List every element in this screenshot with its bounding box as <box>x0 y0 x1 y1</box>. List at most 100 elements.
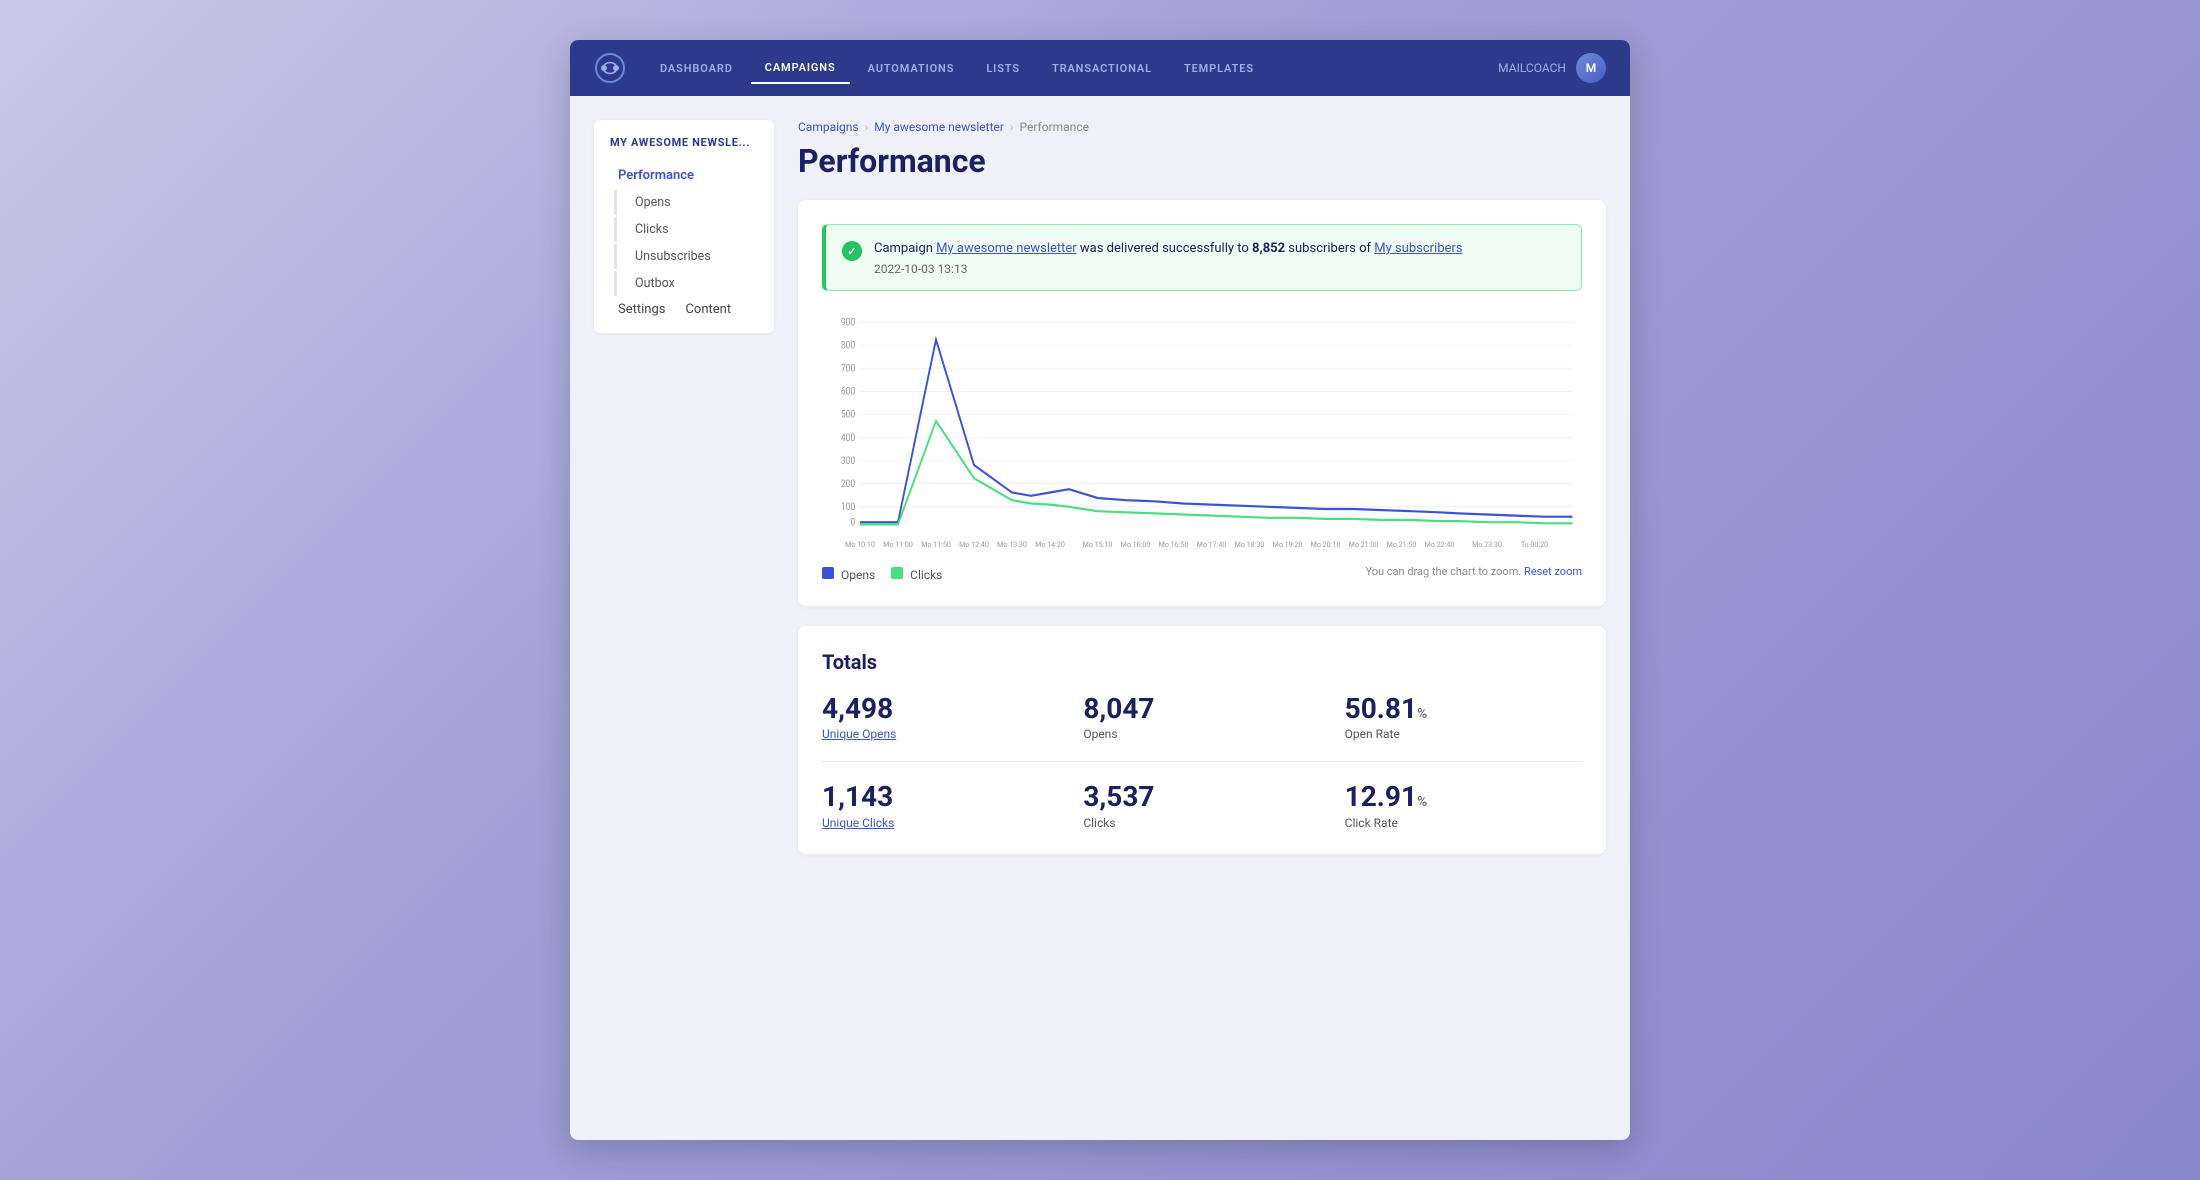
unique-opens-value: 4,498 <box>822 694 1059 725</box>
alert-list-link[interactable]: My subscribers <box>1374 241 1462 256</box>
opens-value: 8,047 <box>1083 694 1320 725</box>
performance-chart[interactable]: 900 800 700 600 500 400 300 200 100 0 <box>822 311 1582 531</box>
svg-text:500: 500 <box>841 409 855 421</box>
unique-opens-label[interactable]: Unique Opens <box>822 727 1059 741</box>
svg-text:600: 600 <box>841 386 855 398</box>
svg-text:300: 300 <box>841 455 855 467</box>
svg-text:900: 900 <box>841 316 855 328</box>
opens-dot <box>822 567 834 579</box>
svg-text:700: 700 <box>841 362 855 374</box>
totals-divider <box>822 761 1582 762</box>
svg-text:Mo 14:20: Mo 14:20 <box>1035 539 1065 548</box>
totals-unique-clicks: 1,143 Unique Clicks <box>822 782 1059 830</box>
open-rate-value: 50.81% <box>1345 694 1582 725</box>
svg-text:Mo 21:00: Mo 21:00 <box>1349 539 1379 548</box>
success-icon <box>842 241 862 261</box>
sidebar-item-performance[interactable]: Performance <box>610 163 758 188</box>
delivery-alert: Campaign My awesome newsletter was deliv… <box>822 224 1582 291</box>
chart-x-labels: Mo 10:10 Mo 11:00 Mo 11:50 Mo 12:40 Mo 1… <box>822 533 1582 557</box>
totals-click-rate: 12.91% Click Rate <box>1345 782 1582 830</box>
chart-footer: Opens Clicks You can drag the chart to z… <box>822 561 1582 582</box>
nav-lists[interactable]: LISTS <box>972 54 1034 83</box>
nav-transactional[interactable]: TRANSACTIONAL <box>1038 54 1166 83</box>
svg-text:0: 0 <box>850 516 855 528</box>
sidebar: MY AWESOME NEWSLE... Performance Opens C… <box>594 120 774 333</box>
nav-right: MAILCOACH M <box>1498 53 1606 83</box>
clicks-label: Clicks <box>1083 816 1320 830</box>
nav-dashboard[interactable]: DASHBOARD <box>646 54 747 83</box>
sidebar-campaign-title: MY AWESOME NEWSLE... <box>610 136 758 149</box>
svg-text:Mo 19:20: Mo 19:20 <box>1273 539 1303 548</box>
totals-grid: 4,498 Unique Opens 8,047 Opens 50.81% Op… <box>822 694 1582 831</box>
open-rate-label: Open Rate <box>1345 727 1582 741</box>
opens-label: Opens <box>841 568 875 582</box>
opens-label: Opens <box>1083 727 1320 741</box>
svg-text:Mo 21:50: Mo 21:50 <box>1387 539 1417 548</box>
nav-templates[interactable]: TEMPLATES <box>1170 54 1268 83</box>
legend-opens: Opens <box>822 567 875 582</box>
svg-text:Mo 12:40: Mo 12:40 <box>959 539 989 548</box>
sidebar-item-settings[interactable]: Settings <box>610 297 673 322</box>
x-labels-svg: Mo 10:10 Mo 11:00 Mo 11:50 Mo 12:40 Mo 1… <box>822 533 1582 553</box>
totals-open-rate: 50.81% Open Rate <box>1345 694 1582 742</box>
svg-text:400: 400 <box>841 432 855 444</box>
app-window: DASHBOARD CAMPAIGNS AUTOMATIONS LISTS TR… <box>570 40 1630 1140</box>
sidebar-item-opens[interactable]: Opens <box>614 190 758 215</box>
chart-svg: 900 800 700 600 500 400 300 200 100 0 <box>822 311 1582 531</box>
breadcrumb: Campaigns › My awesome newsletter › Perf… <box>798 120 1606 134</box>
totals-card: Totals 4,498 Unique Opens 8,047 Opens 50… <box>798 626 1606 855</box>
svg-text:Mo 17:40: Mo 17:40 <box>1197 539 1227 548</box>
sidebar-item-content[interactable]: Content <box>677 297 739 322</box>
unique-clicks-value: 1,143 <box>822 782 1059 813</box>
svg-text:100: 100 <box>841 501 855 513</box>
totals-title: Totals <box>822 650 1582 674</box>
nav-items: DASHBOARD CAMPAIGNS AUTOMATIONS LISTS TR… <box>646 53 1498 84</box>
svg-text:Mo 23:30: Mo 23:30 <box>1472 539 1502 548</box>
breadcrumb-current: Performance <box>1020 120 1089 134</box>
click-rate-value: 12.91% <box>1345 782 1582 813</box>
alert-content: Campaign My awesome newsletter was deliv… <box>874 239 1463 276</box>
svg-text:Mo 15:10: Mo 15:10 <box>1083 539 1113 548</box>
svg-text:Mo 18:30: Mo 18:30 <box>1235 539 1265 548</box>
breadcrumb-sep-1: › <box>865 120 869 134</box>
alert-date: 2022-10-03 13:13 <box>874 262 1463 276</box>
svg-text:Mo 13:30: Mo 13:30 <box>997 539 1027 548</box>
svg-text:Mo 11:00: Mo 11:00 <box>883 539 913 548</box>
page-title: Performance <box>798 142 1606 180</box>
nav-campaigns[interactable]: CAMPAIGNS <box>751 53 850 84</box>
svg-text:Tu 00:20: Tu 00:20 <box>1521 539 1548 548</box>
breadcrumb-sep-2: › <box>1010 120 1014 134</box>
totals-clicks: 3,537 Clicks <box>1083 782 1320 830</box>
svg-text:Mo 10:10: Mo 10:10 <box>845 539 875 548</box>
svg-text:Mo 22:40: Mo 22:40 <box>1425 539 1455 548</box>
sidebar-item-clicks[interactable]: Clicks <box>614 217 758 242</box>
performance-chart-card: Campaign My awesome newsletter was deliv… <box>798 200 1606 606</box>
totals-opens: 8,047 Opens <box>1083 694 1320 742</box>
chart-legend: Opens Clicks <box>822 567 942 582</box>
main-layout: MY AWESOME NEWSLE... Performance Opens C… <box>570 96 1630 1140</box>
clicks-dot <box>891 567 903 579</box>
sidebar-item-unsubscribes[interactable]: Unsubscribes <box>614 244 758 269</box>
breadcrumb-campaigns[interactable]: Campaigns <box>798 120 859 134</box>
chart-hint: You can drag the chart to zoom. Reset zo… <box>1365 565 1582 578</box>
click-rate-label: Click Rate <box>1345 816 1582 830</box>
top-navigation: DASHBOARD CAMPAIGNS AUTOMATIONS LISTS TR… <box>570 40 1630 96</box>
logo[interactable] <box>594 52 626 84</box>
unique-clicks-label[interactable]: Unique Clicks <box>822 816 1059 830</box>
clicks-value: 3,537 <box>1083 782 1320 813</box>
alert-campaign-link[interactable]: My awesome newsletter <box>936 241 1077 256</box>
reset-zoom-link[interactable]: Reset zoom <box>1524 565 1582 578</box>
avatar[interactable]: M <box>1576 53 1606 83</box>
totals-unique-opens: 4,498 Unique Opens <box>822 694 1059 742</box>
alert-message: Campaign My awesome newsletter was deliv… <box>874 239 1463 259</box>
svg-text:Mo 16:00: Mo 16:00 <box>1121 539 1151 548</box>
nav-automations[interactable]: AUTOMATIONS <box>854 54 969 83</box>
svg-text:Mo 11:50: Mo 11:50 <box>921 539 951 548</box>
svg-text:Mo 16:50: Mo 16:50 <box>1159 539 1189 548</box>
content-area: Campaigns › My awesome newsletter › Perf… <box>798 120 1606 1116</box>
breadcrumb-newsletter[interactable]: My awesome newsletter <box>874 120 1004 134</box>
clicks-label: Clicks <box>910 568 942 582</box>
sidebar-item-outbox[interactable]: Outbox <box>614 271 758 296</box>
user-label: MAILCOACH <box>1498 61 1566 75</box>
legend-clicks: Clicks <box>891 567 942 582</box>
